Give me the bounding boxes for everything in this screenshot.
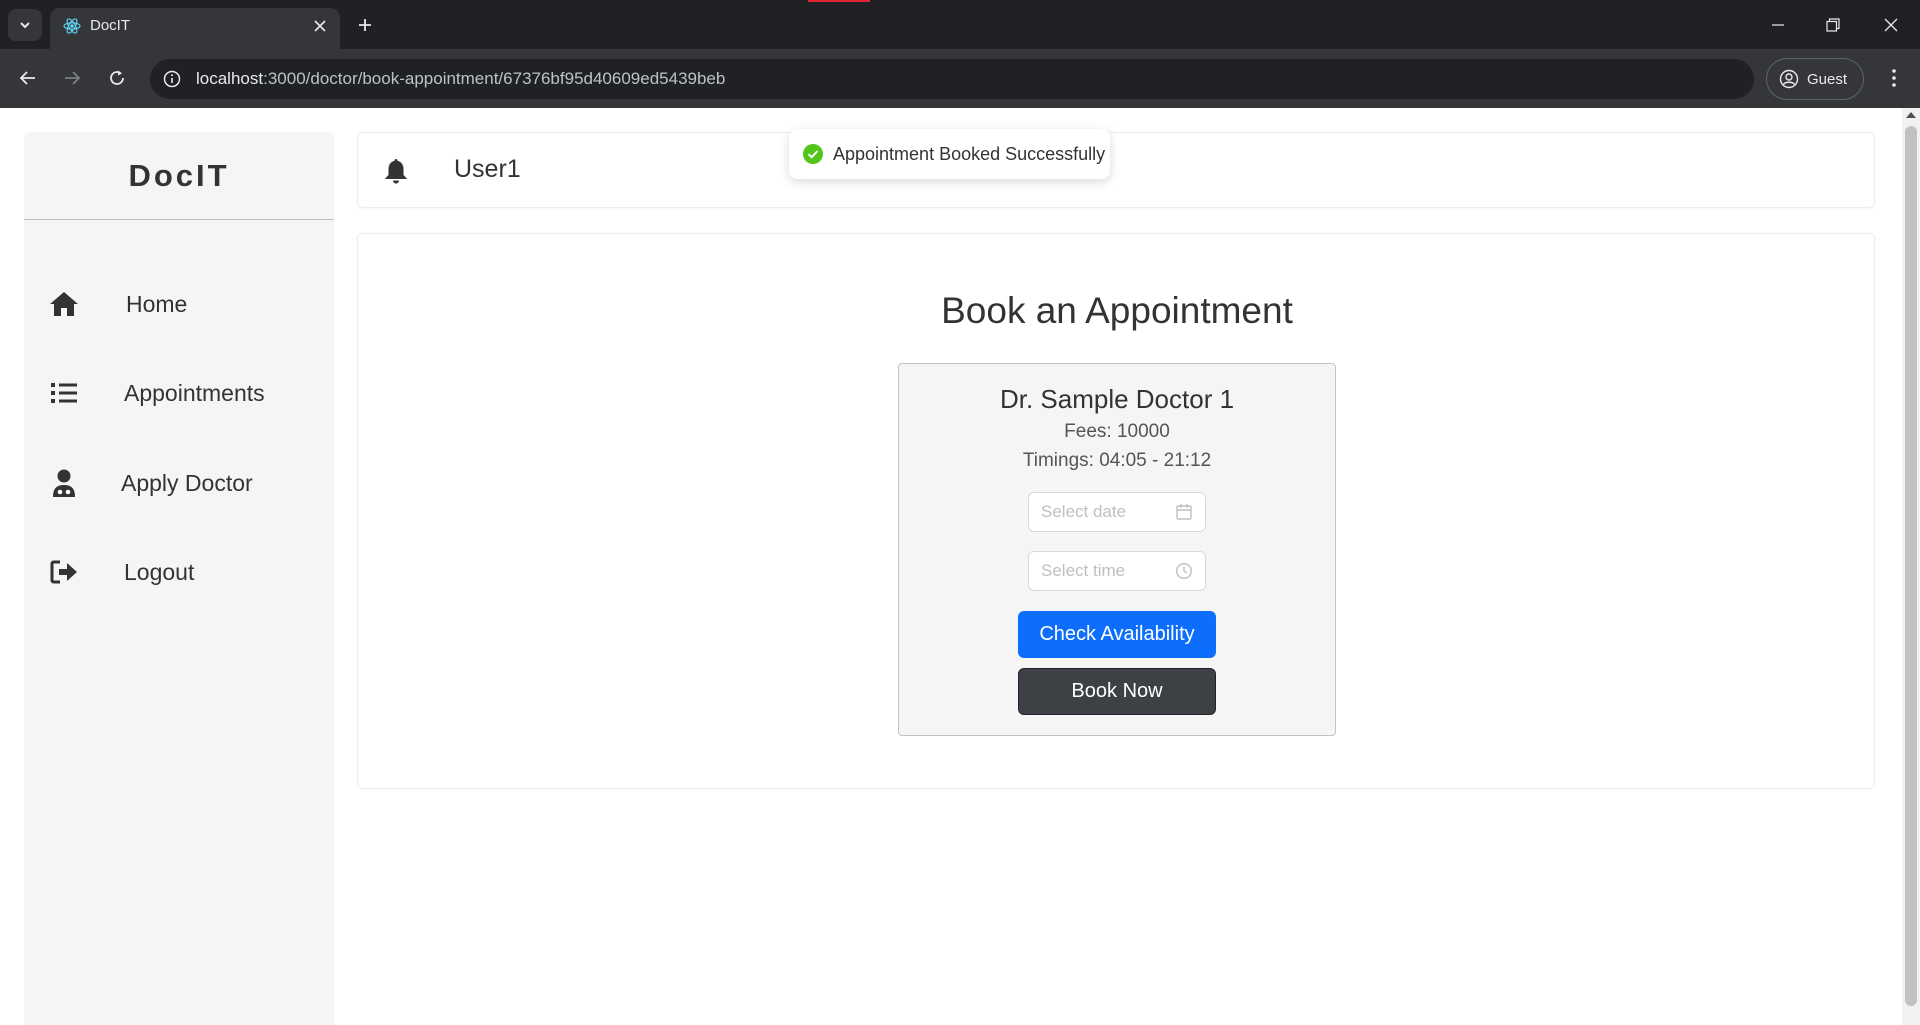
sidebar-item-label: Home bbox=[126, 290, 188, 317]
page-scrollbar[interactable] bbox=[1902, 108, 1920, 1025]
sidebar-item-label: Appointments bbox=[124, 379, 265, 406]
time-picker[interactable] bbox=[1028, 551, 1206, 591]
doctor-fees: Fees: 10000 bbox=[1064, 421, 1170, 442]
tab-title: DocIT bbox=[90, 17, 131, 34]
clock-icon bbox=[1175, 562, 1193, 580]
calendar-icon bbox=[1176, 504, 1192, 520]
react-logo-icon bbox=[63, 18, 81, 34]
sidebar-item-label: Apply Doctor bbox=[121, 469, 253, 496]
reload-icon bbox=[110, 70, 124, 85]
sidebar-item-appointments[interactable]: Appointments bbox=[24, 363, 334, 423]
page-viewport: DocIT Home Appointments Apply Doctor Log… bbox=[0, 108, 1902, 1025]
restore-button[interactable] bbox=[1818, 10, 1848, 40]
sidebar: DocIT Home Appointments Apply Doctor Log… bbox=[24, 132, 334, 1025]
browser-toolbar: localhost:3000/doctor/book-appointment/6… bbox=[0, 49, 1920, 108]
tab-close-button[interactable] bbox=[310, 16, 330, 36]
kebab-menu-icon bbox=[1892, 69, 1896, 87]
info-icon bbox=[163, 70, 181, 88]
browser-tab[interactable]: DocIT bbox=[50, 8, 340, 49]
date-picker[interactable] bbox=[1028, 492, 1206, 532]
restore-icon bbox=[1826, 18, 1840, 32]
url-host: localhost bbox=[196, 69, 264, 88]
site-info-button[interactable] bbox=[160, 67, 184, 91]
toast-message: Appointment Booked Successfully bbox=[833, 143, 1106, 164]
profile-button[interactable]: Guest bbox=[1766, 58, 1864, 100]
address-bar[interactable]: localhost:3000/doctor/book-appointment/6… bbox=[150, 59, 1754, 99]
doctor-booking-card: Dr. Sample Doctor 1 Fees: 10000 Timings:… bbox=[898, 363, 1336, 736]
scrollbar-thumb[interactable] bbox=[1905, 126, 1917, 1006]
minimize-button[interactable] bbox=[1763, 10, 1793, 40]
tab-search-button[interactable] bbox=[8, 9, 42, 41]
main-content: Book an Appointment Dr. Sample Doctor 1 … bbox=[357, 233, 1875, 789]
doctor-icon bbox=[48, 467, 80, 499]
username: User1 bbox=[454, 155, 521, 183]
scroll-up-arrow-icon[interactable] bbox=[1906, 112, 1916, 118]
recording-indicator bbox=[808, 0, 870, 2]
home-icon bbox=[48, 288, 80, 320]
url-path: :3000/doctor/book-appointment/67376bf95d… bbox=[263, 69, 726, 88]
date-input[interactable] bbox=[1041, 501, 1161, 523]
back-button[interactable] bbox=[12, 62, 44, 94]
profile-label: Guest bbox=[1807, 70, 1848, 88]
top-header: User1 bbox=[357, 132, 1875, 208]
url-text: localhost:3000/doctor/book-appointment/6… bbox=[196, 69, 725, 89]
minimize-icon bbox=[1772, 24, 1784, 26]
success-toast: Appointment Booked Successfully bbox=[789, 129, 1110, 179]
new-tab-button[interactable] bbox=[352, 12, 378, 38]
close-icon bbox=[1884, 18, 1898, 32]
chevron-down-icon bbox=[20, 22, 30, 29]
sidebar-item-home[interactable]: Home bbox=[24, 274, 334, 334]
close-icon bbox=[314, 20, 326, 32]
logout-icon bbox=[48, 556, 80, 588]
brand-logo: DocIT bbox=[24, 132, 334, 220]
forward-button[interactable] bbox=[56, 62, 88, 94]
list-icon bbox=[48, 377, 80, 409]
profile-icon bbox=[1779, 69, 1799, 89]
sidebar-item-logout[interactable]: Logout bbox=[24, 542, 334, 602]
browser-menu-button[interactable] bbox=[1880, 62, 1908, 94]
doctor-timings: Timings: 04:05 - 21:12 bbox=[1022, 450, 1212, 471]
book-now-button[interactable]: Book Now bbox=[1018, 668, 1216, 715]
bell-icon[interactable] bbox=[382, 157, 410, 185]
check-availability-button[interactable]: Check Availability bbox=[1018, 611, 1216, 658]
reload-button[interactable] bbox=[101, 62, 133, 94]
sidebar-item-apply-doctor[interactable]: Apply Doctor bbox=[24, 453, 334, 513]
doctor-name: Dr. Sample Doctor 1 bbox=[999, 384, 1235, 414]
browser-tab-bar: DocIT bbox=[0, 0, 1920, 49]
plus-icon bbox=[359, 19, 371, 31]
page-title: Book an Appointment bbox=[941, 290, 1293, 331]
check-circle-icon bbox=[803, 144, 823, 164]
sidebar-item-label: Logout bbox=[124, 558, 195, 585]
arrow-left-icon bbox=[19, 71, 35, 85]
time-input[interactable] bbox=[1041, 560, 1161, 582]
arrow-right-icon bbox=[65, 71, 81, 85]
close-window-button[interactable] bbox=[1876, 10, 1906, 40]
